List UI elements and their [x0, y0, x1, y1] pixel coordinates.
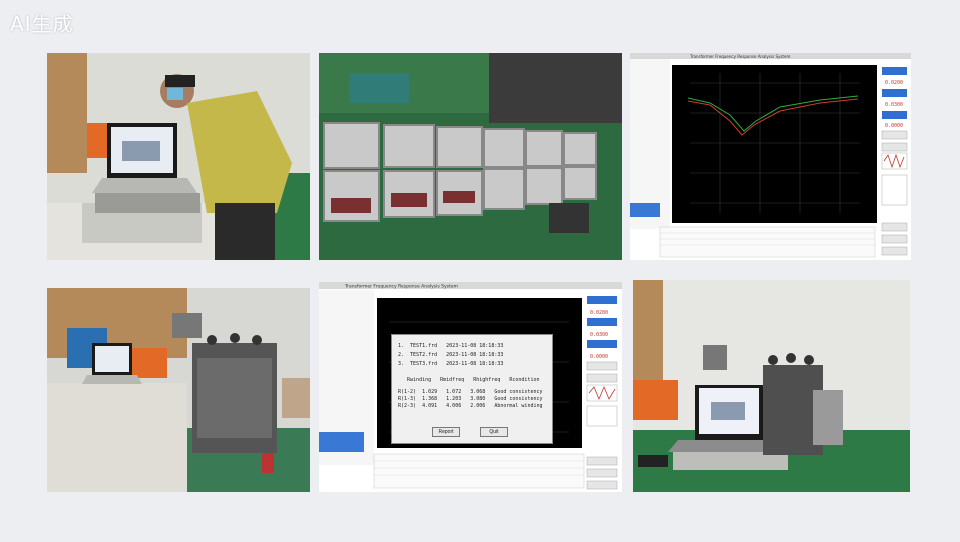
svg-text:0.0300: 0.0300: [590, 332, 608, 338]
dialog-line: Rwinding Rmidfreq Rhighfreq Rcondition: [398, 377, 540, 383]
quit-button[interactable]: Quit: [480, 427, 508, 437]
dialog-line: 1. TEST1.frd 2023-11-08 18:18:33: [398, 343, 504, 349]
svg-text:0.0000: 0.0000: [590, 354, 608, 360]
dialog-line: R(2-3) 4.091 4.006 2.006 Abnormal windin…: [398, 403, 543, 409]
photo-technician-laptop: [47, 53, 310, 260]
software-screenshot-results-dialog: Transformer Frequency Response Analysis …: [319, 282, 622, 492]
results-dialog: 1. TEST1.frd 2023-11-08 18:18:33 2. TEST…: [391, 334, 553, 444]
dialog-line: R(1-2) 1.029 1.072 3.068 Good consistenc…: [398, 389, 543, 395]
svg-text:0.0300: 0.0300: [885, 102, 903, 108]
photo-equipment-cases: [319, 53, 622, 260]
svg-text:0.0200: 0.0200: [885, 80, 903, 86]
svg-text:Transformer Frequency Response: Transformer Frequency Response Analysis …: [344, 284, 458, 290]
report-button[interactable]: Report: [432, 427, 460, 437]
svg-text:0.0000: 0.0000: [885, 123, 903, 129]
watermark: AI生成: [10, 12, 74, 36]
software-screenshot-3d-chart: Transformer Frequency Response Analysis …: [630, 53, 911, 260]
svg-text:Transformer Frequency Response: Transformer Frequency Response Analysis …: [689, 54, 790, 59]
photo-lab-transformer: [47, 288, 310, 492]
dialog-line: R(1-3) 1.368 1.203 3.080 Good consistenc…: [398, 396, 543, 402]
photo-laptop-transformer: [633, 280, 910, 492]
dialog-line: 3. TEST3.frd 2023-11-08 18:18:33: [398, 361, 504, 367]
svg-text:0.0200: 0.0200: [590, 310, 608, 316]
dialog-line: 2. TEST2.frd 2023-11-08 18:18:33: [398, 352, 504, 358]
